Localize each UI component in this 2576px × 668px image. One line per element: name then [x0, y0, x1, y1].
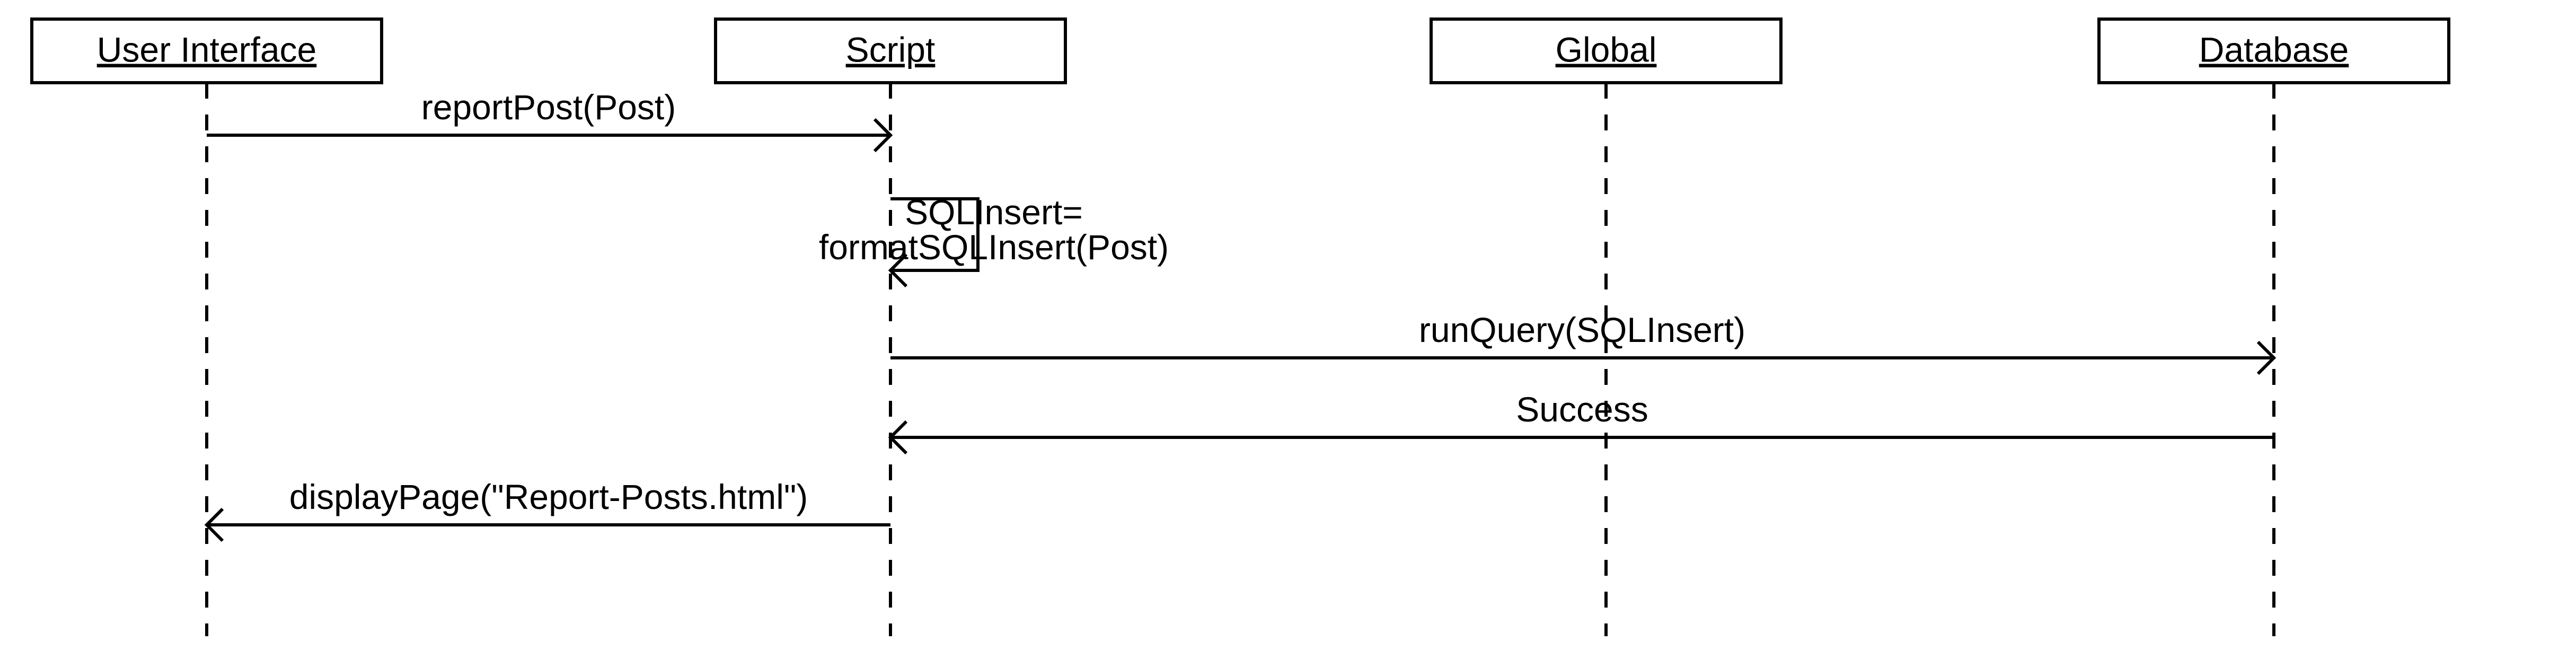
message-label: reportPost(Post) [421, 87, 676, 127]
message-label: SQLInsert= [905, 192, 1083, 232]
message-label: displayPage("Report-Posts.html") [289, 477, 808, 516]
participant-label-db: Database [2199, 30, 2349, 69]
participant-label-global: Global [1556, 30, 1657, 69]
participant-label-ui: User Interface [97, 30, 317, 69]
message-label: Success [1516, 390, 1648, 429]
message-label: runQuery(SQLInsert) [1419, 310, 1745, 349]
message-label: formatSQLInsert(Post) [819, 227, 1169, 267]
participant-label-script: Script [846, 30, 936, 69]
sequence-diagram: User Interface Script Global Database report… [0, 0, 2576, 668]
